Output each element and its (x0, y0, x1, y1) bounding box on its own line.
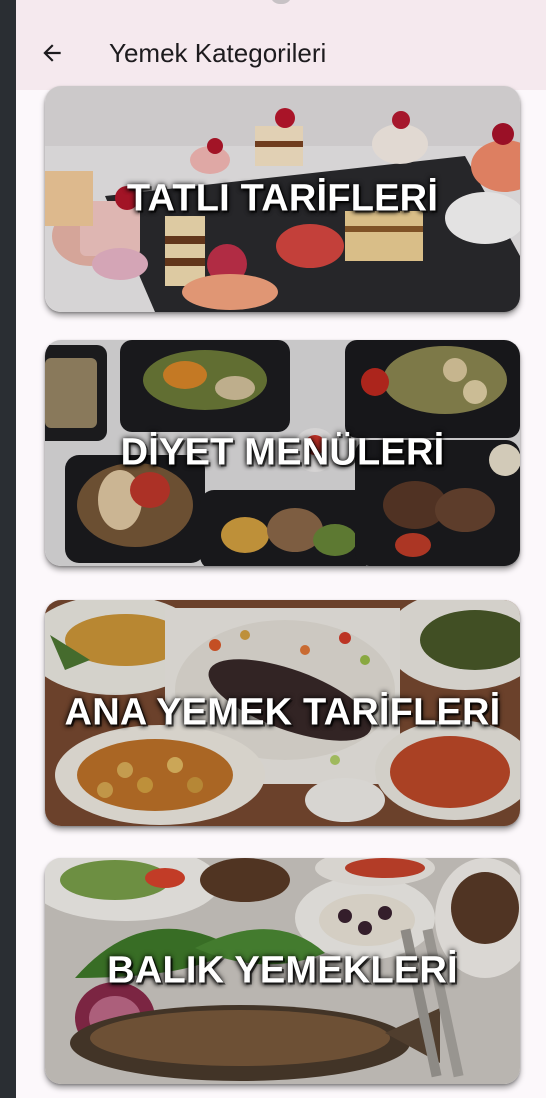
back-button[interactable] (32, 33, 72, 73)
category-card-diet[interactable]: DİYET MENÜLERİ (45, 340, 520, 566)
category-label: DİYET MENÜLERİ (120, 431, 445, 474)
page-title: Yemek Kategorileri (109, 38, 327, 68)
window-left-edge (0, 0, 16, 1098)
category-label: TATLI TARİFLERİ (126, 177, 439, 220)
category-card-desserts[interactable]: TATLI TARİFLERİ (45, 86, 520, 312)
arrow-left-icon (43, 44, 61, 62)
app-bar: Yemek Kategorileri (16, 20, 546, 90)
category-label: BALIK YEMEKLERİ (107, 949, 458, 992)
app-screen: Yemek Kategorileri TATLI TARİFLERİ DİYET… (16, 0, 546, 1098)
status-bar (16, 0, 546, 20)
camera-notch (270, 0, 292, 4)
category-label: ANA YEMEK TARİFLERİ (64, 691, 501, 734)
category-card-fish[interactable]: BALIK YEMEKLERİ (45, 858, 520, 1084)
category-card-main-dishes[interactable]: ANA YEMEK TARİFLERİ (45, 600, 520, 826)
